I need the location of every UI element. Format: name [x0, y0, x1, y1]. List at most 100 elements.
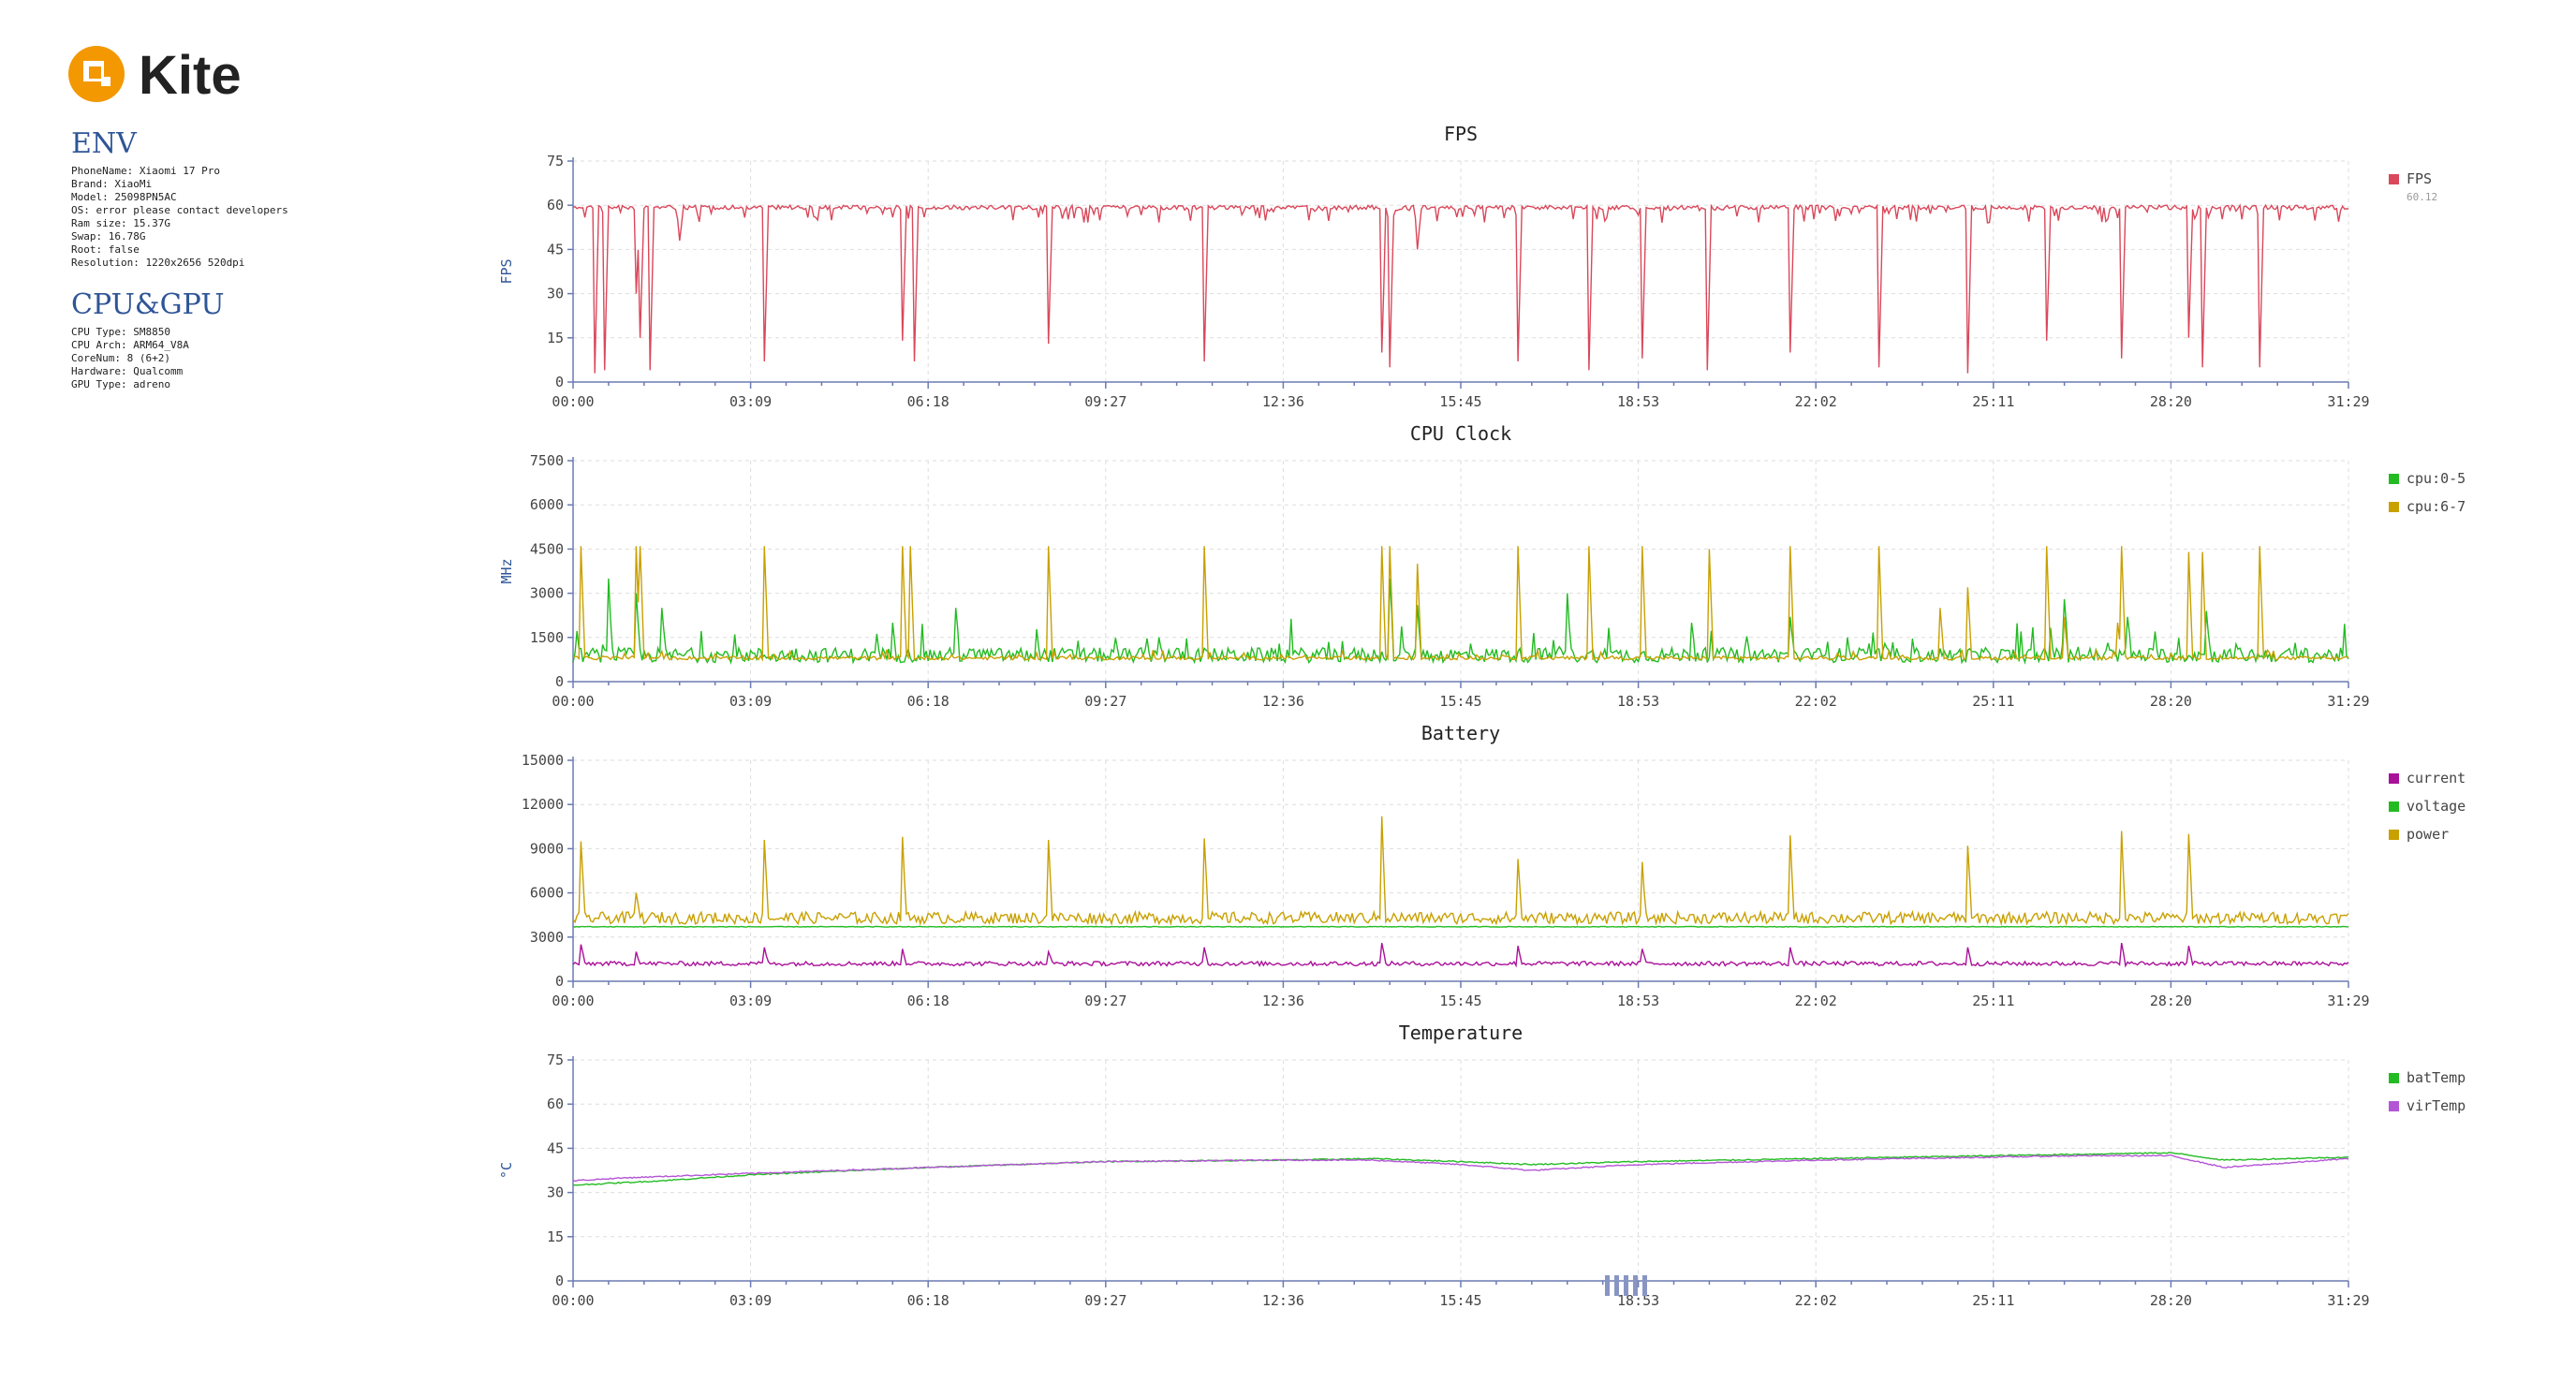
x-tick-label: 15:45 — [1439, 1292, 1481, 1309]
x-tick-label: 31:29 — [2327, 393, 2369, 410]
x-tick-label: 31:29 — [2327, 693, 2369, 710]
x-tick-label: 28:20 — [2150, 693, 2192, 710]
chart-title: Battery — [1421, 722, 1500, 744]
x-tick-label: 12:36 — [1262, 993, 1304, 1009]
y-tick-label: 6000 — [530, 496, 564, 513]
legend-swatch[interactable] — [2389, 502, 2399, 512]
legend-swatch[interactable] — [2389, 174, 2399, 184]
chart-title: FPS — [1444, 123, 1478, 145]
x-tick-label: 09:27 — [1084, 693, 1126, 710]
y-axis-label: FPS — [498, 258, 515, 284]
y-tick-label: 7500 — [530, 452, 564, 469]
chart-2: Battery 0 3000 6000 9000 12000 15000 00:00 03:09… — [522, 722, 2466, 1009]
x-tick-label: 18:53 — [1617, 693, 1659, 710]
y-tick-label: 30 — [547, 286, 564, 302]
x-tick-label: 22:02 — [1795, 1292, 1837, 1309]
x-tick-label: 00:00 — [552, 993, 594, 1009]
x-tick-label: 28:20 — [2150, 993, 2192, 1009]
y-tick-label: 3000 — [530, 585, 564, 602]
y-tick-label: 60 — [547, 1096, 564, 1112]
x-tick-label: 22:02 — [1795, 393, 1837, 410]
x-tick-label: 03:09 — [729, 1292, 772, 1309]
x-tick-label: 09:27 — [1084, 1292, 1126, 1309]
y-tick-label: 60 — [547, 197, 564, 213]
series-line-voltage — [572, 925, 2349, 928]
x-tick-label: 00:00 — [552, 693, 594, 710]
y-tick-label: 6000 — [530, 885, 564, 902]
chart-0: FPS 0 15 30 45 60 75 00:00 03:09 06:18 09:27 12:36 1… — [498, 123, 2437, 410]
legend-swatch[interactable] — [2389, 830, 2399, 840]
legend-label[interactable]: virTemp — [2407, 1097, 2466, 1114]
legend-swatch[interactable] — [2389, 1073, 2399, 1083]
legend-swatch[interactable] — [2389, 474, 2399, 484]
legend-average: 60.12 — [2407, 191, 2437, 203]
chart-title: CPU Clock — [1410, 422, 1511, 445]
x-tick-label: 06:18 — [907, 1292, 949, 1309]
series-line-current — [572, 942, 2349, 968]
y-tick-label: 30 — [547, 1184, 564, 1201]
chart-3: Temperature 0 15 30 45 60 75 00:00 03:09 06:18 09:… — [498, 1022, 2466, 1309]
legend-swatch[interactable] — [2389, 1101, 2399, 1111]
x-tick-label: 22:02 — [1795, 993, 1837, 1009]
y-tick-label: 75 — [547, 1051, 564, 1068]
y-tick-label: 0 — [555, 374, 564, 390]
x-tick-label: 00:00 — [552, 1292, 594, 1309]
x-tick-label: 06:18 — [907, 393, 949, 410]
y-tick-label: 15000 — [522, 752, 564, 769]
x-tick-label: 18:53 — [1617, 393, 1659, 410]
y-axis-label: °C — [498, 1162, 515, 1179]
legend-label[interactable]: FPS — [2407, 170, 2432, 187]
y-tick-label: 4500 — [530, 540, 564, 557]
y-tick-label: 0 — [555, 673, 564, 690]
legend-label[interactable]: cpu:0-5 — [2407, 470, 2466, 487]
charts-area: FPS 0 15 30 45 60 75 00:00 03:09 06:18 09:27 12:36 1… — [498, 123, 2466, 1309]
chart-1: CPU Clock 0 1500 3000 4500 6000 7500 00:00 03:09… — [498, 422, 2466, 710]
x-tick-label: 25:11 — [1972, 1292, 2014, 1309]
y-tick-label: 9000 — [530, 840, 564, 857]
legend-label[interactable]: batTemp — [2407, 1069, 2466, 1086]
y-tick-label: 12000 — [522, 796, 564, 813]
legend-label[interactable]: power — [2407, 826, 2449, 843]
legend-label[interactable]: cpu:6-7 — [2407, 498, 2466, 515]
x-tick-label: 31:29 — [2327, 993, 2369, 1009]
x-tick-label: 15:45 — [1439, 693, 1481, 710]
series-line-power — [572, 816, 2349, 927]
x-tick-label: 09:27 — [1084, 393, 1126, 410]
x-tick-label: 25:11 — [1972, 693, 2014, 710]
y-tick-label: 0 — [555, 1272, 564, 1289]
y-tick-label: 15 — [547, 330, 564, 346]
legend-swatch[interactable] — [2389, 801, 2399, 812]
x-tick-label: 09:27 — [1084, 993, 1126, 1009]
x-tick-label: 03:09 — [729, 393, 772, 410]
x-tick-label: 03:09 — [729, 693, 772, 710]
y-tick-label: 3000 — [530, 929, 564, 946]
x-tick-label: 15:45 — [1439, 393, 1481, 410]
x-tick-label: 28:20 — [2150, 1292, 2192, 1309]
x-tick-label: 12:36 — [1262, 393, 1304, 410]
x-tick-label: 03:09 — [729, 993, 772, 1009]
x-tick-label: 12:36 — [1262, 1292, 1304, 1309]
y-tick-label: 45 — [547, 1140, 564, 1156]
scroll-handle-icon[interactable] — [1603, 1273, 1648, 1298]
y-tick-label: 0 — [555, 973, 564, 990]
x-tick-label: 25:11 — [1972, 393, 2014, 410]
x-tick-label: 31:29 — [2327, 1292, 2369, 1309]
y-tick-label: 75 — [547, 153, 564, 169]
legend-label[interactable]: current — [2407, 770, 2466, 787]
y-axis-label: MHz — [498, 558, 515, 583]
x-tick-label: 25:11 — [1972, 993, 2014, 1009]
y-tick-label: 15 — [547, 1228, 564, 1245]
x-tick-label: 00:00 — [552, 393, 594, 410]
x-tick-label: 28:20 — [2150, 393, 2192, 410]
x-tick-label: 06:18 — [907, 693, 949, 710]
chart-title: Temperature — [1399, 1022, 1523, 1044]
y-tick-label: 1500 — [530, 629, 564, 646]
legend-swatch[interactable] — [2389, 773, 2399, 784]
x-tick-label: 18:53 — [1617, 993, 1659, 1009]
y-tick-label: 45 — [547, 241, 564, 257]
x-tick-label: 06:18 — [907, 993, 949, 1009]
x-tick-label: 22:02 — [1795, 693, 1837, 710]
x-tick-label: 15:45 — [1439, 993, 1481, 1009]
x-tick-label: 12:36 — [1262, 693, 1304, 710]
legend-label[interactable]: voltage — [2407, 798, 2466, 815]
